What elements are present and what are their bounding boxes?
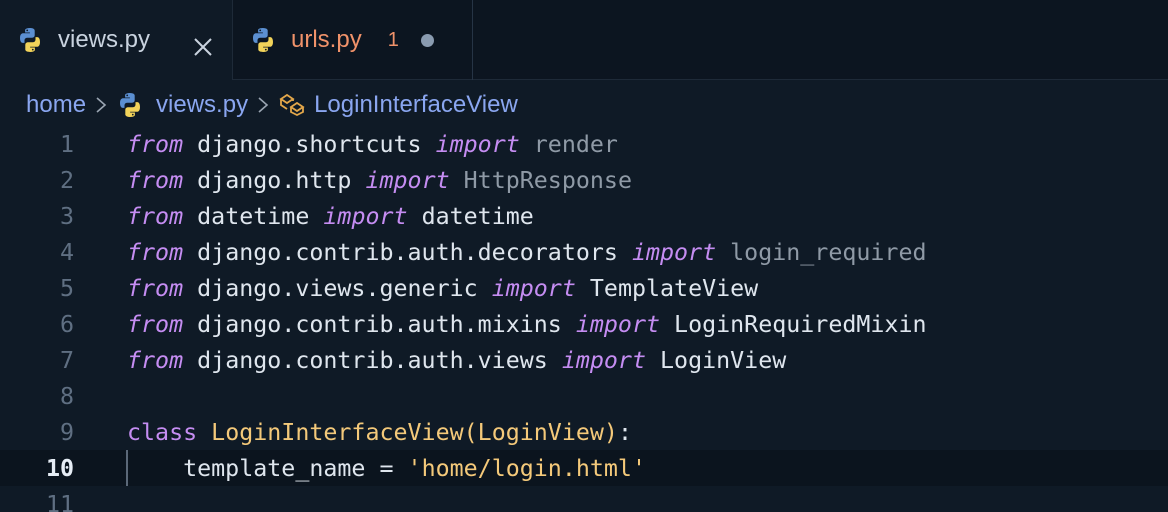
imported-name: LoginView xyxy=(660,346,787,374)
paren-close: ) xyxy=(603,418,618,446)
code-editor[interactable]: 1 from django.shortcuts import render 2 … xyxy=(0,126,1168,512)
indent-guide xyxy=(126,450,128,486)
class-symbol-icon xyxy=(279,93,305,117)
tab-urls-py[interactable]: urls.py 1 xyxy=(233,0,473,80)
keyword-import: import xyxy=(323,202,408,230)
code-line[interactable]: 3 from datetime import datetime xyxy=(0,198,1168,234)
python-icon xyxy=(253,28,273,52)
imported-name: LoginRequiredMixin xyxy=(674,310,927,338)
colon: : xyxy=(617,418,632,446)
line-number: 9 xyxy=(59,418,74,446)
keyword-from: from xyxy=(127,130,184,158)
chevron-right-icon xyxy=(96,97,107,113)
code-line[interactable]: 5 from django.views.generic import Templ… xyxy=(0,270,1168,306)
breadcrumb-item-home[interactable]: home xyxy=(26,91,86,119)
imported-name: render xyxy=(533,130,618,158)
unsaved-dot-icon[interactable] xyxy=(420,33,434,47)
imported-name: HttpResponse xyxy=(463,166,632,194)
keyword-import: import xyxy=(631,238,717,266)
breadcrumb-item-symbol[interactable]: LoginInterfaceView xyxy=(314,91,518,119)
module-name: django.contrib.auth.decorators xyxy=(197,238,618,266)
keyword-import: import xyxy=(365,166,450,194)
string-literal: 'home/login.html' xyxy=(407,454,646,482)
breadcrumb-item-file[interactable]: views.py xyxy=(156,91,248,119)
module-name: django.http xyxy=(197,166,352,194)
imported-name: TemplateView xyxy=(589,274,759,302)
code-line[interactable]: 9 class LoginInterfaceView(LoginView): xyxy=(0,414,1168,450)
line-number: 8 xyxy=(59,382,74,410)
line-number: 1 xyxy=(59,130,74,158)
imported-name: datetime xyxy=(421,202,534,230)
class-name: LoginInterfaceView xyxy=(211,418,464,446)
python-icon xyxy=(20,28,40,52)
close-icon[interactable] xyxy=(192,36,214,58)
line-number: 4 xyxy=(59,238,74,266)
line-number: 2 xyxy=(59,166,74,194)
keyword-from: from xyxy=(127,274,184,302)
keyword-class: class xyxy=(127,418,198,446)
code-line[interactable]: 1 from django.shortcuts import render xyxy=(0,126,1168,162)
code-editor-window: views.py urls.py 1 home views.py LoginIn… xyxy=(0,0,1168,512)
python-icon xyxy=(120,93,141,117)
line-number: 11 xyxy=(45,490,74,512)
keyword-import: import xyxy=(561,346,646,374)
line-number: 3 xyxy=(59,202,74,230)
line-number: 7 xyxy=(59,346,74,374)
code-line[interactable]: 7 from django.contrib.auth.views import … xyxy=(0,342,1168,378)
keyword-from: from xyxy=(127,238,184,266)
code-line[interactable]: 2 from django.http import HttpResponse xyxy=(0,162,1168,198)
keyword-from: from xyxy=(127,310,184,338)
keyword-import: import xyxy=(491,274,576,302)
code-line[interactable]: 4 from django.contrib.auth.decorators im… xyxy=(0,234,1168,270)
breadcrumb: home views.py LoginInterfaceView xyxy=(26,80,518,130)
tab-label: urls.py xyxy=(291,26,362,53)
line-number: 10 xyxy=(45,454,74,482)
problem-count-badge: 1 xyxy=(387,28,399,51)
imported-name: login_required xyxy=(730,238,927,266)
line-number: 5 xyxy=(59,274,74,302)
tab-views-py[interactable]: views.py xyxy=(0,0,233,80)
code-line[interactable]: 8 xyxy=(0,378,1168,414)
code-line[interactable]: 6 from django.contrib.auth.mixins import… xyxy=(0,306,1168,342)
line-number: 6 xyxy=(59,310,74,338)
module-name: datetime xyxy=(197,202,310,230)
keyword-from: from xyxy=(127,346,184,374)
tab-label: views.py xyxy=(58,26,151,53)
module-name: django.shortcuts xyxy=(197,130,422,158)
keyword-import: import xyxy=(435,130,520,158)
keyword-from: from xyxy=(127,166,184,194)
chevron-right-icon xyxy=(258,97,269,113)
keyword-from: from xyxy=(127,202,184,230)
module-name: django.contrib.auth.views xyxy=(197,346,548,374)
attribute-name: template_name xyxy=(183,454,366,482)
code-line-current[interactable]: 10 template_name = 'home/login.html' xyxy=(0,450,1168,486)
assign-operator: = xyxy=(379,454,394,482)
module-name: django.views.generic xyxy=(197,274,478,302)
tab-bar: views.py urls.py 1 xyxy=(0,0,1168,80)
paren-open: ( xyxy=(463,418,478,446)
code-line[interactable]: 11 xyxy=(0,486,1168,512)
keyword-import: import xyxy=(575,310,661,338)
module-name: django.contrib.auth.mixins xyxy=(197,310,562,338)
base-class: LoginView xyxy=(477,418,604,446)
